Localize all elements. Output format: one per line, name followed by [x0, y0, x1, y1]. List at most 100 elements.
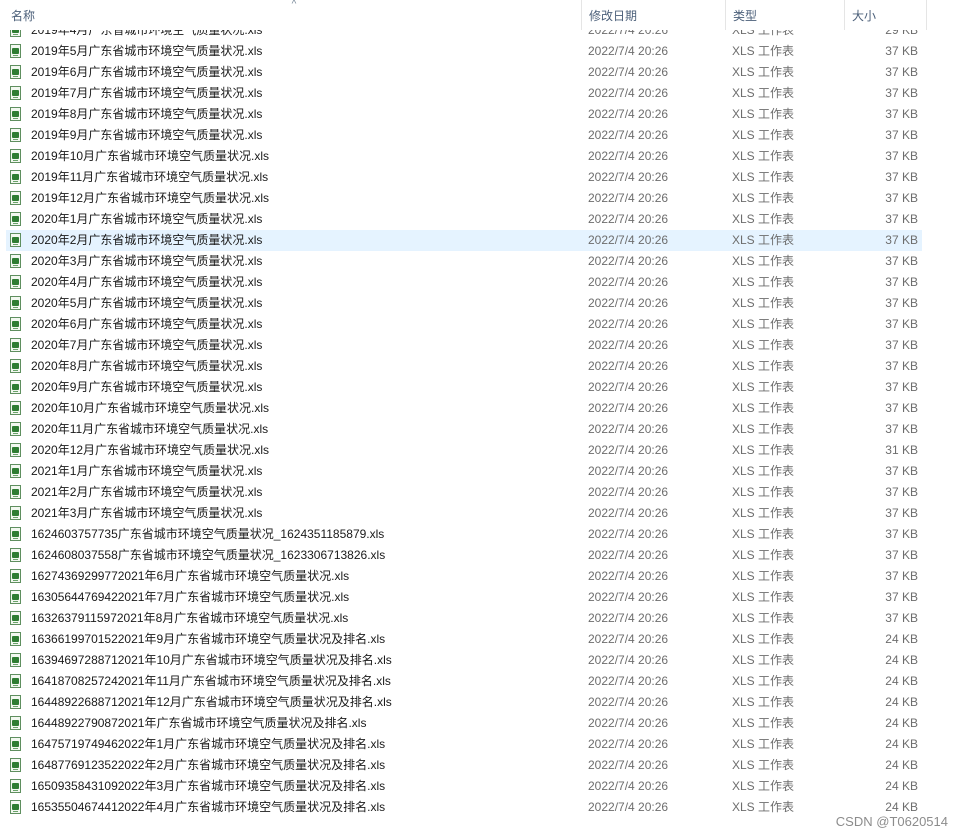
file-name: 2019年9月广东省城市环境空气质量状况.xls — [31, 128, 263, 142]
xls-file-icon — [10, 548, 21, 562]
xls-file-icon — [10, 800, 21, 814]
file-modified-date: 2022/7/4 20:26 — [588, 107, 669, 121]
file-row[interactable]: 16509358431092022年3月广东省城市环境空气质量状况及排名.xls… — [6, 776, 922, 797]
file-type: XLS 工作表 — [732, 611, 795, 625]
file-type: XLS 工作表 — [732, 44, 795, 58]
file-row[interactable]: 2019年12月广东省城市环境空气质量状况.xls 2022/7/4 20:26 X… — [6, 188, 922, 209]
file-row[interactable]: 2019年5月广东省城市环境空气质量状况.xls 2022/7/4 20:26 XL… — [6, 41, 922, 62]
file-type: XLS 工作表 — [732, 569, 795, 583]
file-modified-date: 2022/7/4 20:26 — [588, 632, 669, 646]
file-row[interactable]: 16366199701522021年9月广东省城市环境空气质量状况及排名.xls… — [6, 629, 922, 650]
xls-file-icon — [10, 296, 21, 310]
file-size: 37 KB — [885, 569, 918, 583]
file-row[interactable]: 2020年6月广东省城市环境空气质量状况.xls 2022/7/4 20:26 XL… — [6, 314, 922, 335]
xls-file-icon — [10, 401, 21, 415]
file-row[interactable]: 2019年7月广东省城市环境空气质量状况.xls 2022/7/4 20:26 XL… — [6, 83, 922, 104]
column-header-name-label: 名称 — [11, 9, 36, 23]
file-row[interactable]: 2019年6月广东省城市环境空气质量状况.xls 2022/7/4 20:26 XL… — [6, 62, 922, 83]
file-modified-date: 2022/7/4 20:26 — [588, 695, 669, 709]
file-modified-date: 2022/7/4 20:26 — [588, 485, 669, 499]
file-modified-date: 2022/7/4 20:26 — [588, 317, 669, 331]
file-size: 37 KB — [885, 590, 918, 604]
file-size: 37 KB — [885, 422, 918, 436]
file-modified-date: 2022/7/4 20:26 — [588, 170, 669, 184]
file-row[interactable]: 1624603757735广东省城市环境空气质量状况_1624351185879… — [6, 524, 922, 545]
file-row[interactable]: 2020年9月广东省城市环境空气质量状况.xls 2022/7/4 20:26 XL… — [6, 377, 922, 398]
file-row[interactable]: 1624608037558广东省城市环境空气质量状况_1623306713826… — [6, 545, 922, 566]
file-row[interactable]: 2020年10月广东省城市环境空气质量状况.xls 2022/7/4 20:26 X… — [6, 398, 922, 419]
xls-file-icon — [10, 128, 21, 142]
file-row[interactable]: 2019年11月广东省城市环境空气质量状况.xls 2022/7/4 20:26 X… — [6, 167, 922, 188]
file-row[interactable]: 2020年12月广东省城市环境空气质量状况.xls 2022/7/4 20:26 X… — [6, 440, 922, 461]
file-name: 2019年6月广东省城市环境空气质量状况.xls — [31, 65, 263, 79]
file-row[interactable]: 16274369299772021年6月广东省城市环境空气质量状况.xls 202… — [6, 566, 922, 587]
file-row[interactable]: 2020年4月广东省城市环境空气质量状况.xls 2022/7/4 20:26 XL… — [6, 272, 922, 293]
file-row[interactable]: 16448922688712021年12月广东省城市环境空气质量状况及排名.xl… — [6, 692, 922, 713]
file-size: 37 KB — [885, 296, 918, 310]
file-modified-date: 2022/7/4 20:26 — [588, 590, 669, 604]
file-row[interactable]: 16326379115972021年8月广东省城市环境空气质量状况.xls 202… — [6, 608, 922, 629]
file-modified-date: 2022/7/4 20:26 — [588, 401, 669, 415]
xls-file-icon — [10, 485, 21, 499]
column-header-date[interactable]: 修改日期 — [581, 0, 725, 30]
xls-file-icon — [10, 170, 21, 184]
file-size: 24 KB — [885, 758, 918, 772]
file-type: XLS 工作表 — [732, 86, 795, 100]
file-row[interactable]: 16394697288712021年10月广东省城市环境空气质量状况及排名.xl… — [6, 650, 922, 671]
file-row[interactable]: 16418708257242021年11月广东省城市环境空气质量状况及排名.xl… — [6, 671, 922, 692]
file-row[interactable]: 2020年8月广东省城市环境空气质量状况.xls 2022/7/4 20:26 XL… — [6, 356, 922, 377]
file-row[interactable]: 2021年1月广东省城市环境空气质量状况.xls 2022/7/4 20:26 XL… — [6, 461, 922, 482]
file-type: XLS 工作表 — [732, 485, 795, 499]
xls-file-icon — [10, 86, 21, 100]
xls-file-icon — [10, 359, 21, 373]
file-row[interactable]: 2020年2月广东省城市环境空气质量状况.xls 2022/7/4 20:26 XL… — [6, 230, 922, 251]
file-type: XLS 工作表 — [732, 716, 795, 730]
file-row[interactable]: 16535504674412022年4月广东省城市环境空气质量状况及排名.xls… — [6, 797, 922, 818]
file-type: XLS 工作表 — [732, 338, 795, 352]
xls-file-icon — [10, 758, 21, 772]
file-type: XLS 工作表 — [732, 170, 795, 184]
file-row[interactable]: 2020年11月广东省城市环境空气质量状况.xls 2022/7/4 20:26 X… — [6, 419, 922, 440]
file-size: 37 KB — [885, 212, 918, 226]
file-name: 16366199701522021年9月广东省城市环境空气质量状况及排名.xls — [31, 632, 386, 646]
xls-file-icon — [10, 191, 21, 205]
file-list[interactable]: 2019年4月广东省城市环境空气质量状况.xls 2022/7/4 20:26 XL… — [0, 0, 964, 835]
file-row[interactable]: 2021年2月广东省城市环境空气质量状况.xls 2022/7/4 20:26 XL… — [6, 482, 922, 503]
xls-file-icon — [10, 422, 21, 436]
file-modified-date: 2022/7/4 20:26 — [588, 275, 669, 289]
file-row[interactable]: 16475719749462022年1月广东省城市环境空气质量状况及排名.xls… — [6, 734, 922, 755]
file-name: 2021年3月广东省城市环境空气质量状况.xls — [31, 506, 263, 520]
file-name: 16326379115972021年8月广东省城市环境空气质量状况.xls — [31, 611, 349, 625]
file-modified-date: 2022/7/4 20:26 — [588, 296, 669, 310]
xls-file-icon — [10, 674, 21, 688]
file-type: XLS 工作表 — [732, 737, 795, 751]
file-size: 37 KB — [885, 65, 918, 79]
file-row[interactable]: 16487769123522022年2月广东省城市环境空气质量状况及排名.xls… — [6, 755, 922, 776]
file-name: 16535504674412022年4月广东省城市环境空气质量状况及排名.xls — [31, 800, 386, 814]
file-size: 37 KB — [885, 485, 918, 499]
file-modified-date: 2022/7/4 20:26 — [588, 548, 669, 562]
file-name: 2019年12月广东省城市环境空气质量状况.xls — [31, 191, 270, 205]
file-row[interactable]: 16448922790872021年广东省城市环境空气质量状况及排名.xls 20… — [6, 713, 922, 734]
file-size: 37 KB — [885, 317, 918, 331]
xls-file-icon — [10, 716, 21, 730]
file-type: XLS 工作表 — [732, 653, 795, 667]
file-name: 2020年7月广东省城市环境空气质量状况.xls — [31, 338, 263, 352]
file-row[interactable]: 2019年10月广东省城市环境空气质量状况.xls 2022/7/4 20:26 X… — [6, 146, 922, 167]
file-type: XLS 工作表 — [732, 191, 795, 205]
file-row[interactable]: 2020年5月广东省城市环境空气质量状况.xls 2022/7/4 20:26 XL… — [6, 293, 922, 314]
file-row[interactable]: 2019年8月广东省城市环境空气质量状况.xls 2022/7/4 20:26 XL… — [6, 104, 922, 125]
file-row[interactable]: 2019年9月广东省城市环境空气质量状况.xls 2022/7/4 20:26 XL… — [6, 125, 922, 146]
column-header-type[interactable]: 类型 — [725, 0, 844, 30]
file-row[interactable]: 16305644769422021年7月广东省城市环境空气质量状况.xls 202… — [6, 587, 922, 608]
column-header-size[interactable]: 大小 — [844, 0, 926, 30]
file-size: 37 KB — [885, 548, 918, 562]
file-row[interactable]: 2020年1月广东省城市环境空气质量状况.xls 2022/7/4 20:26 XL… — [6, 209, 922, 230]
file-row[interactable]: 2021年3月广东省城市环境空气质量状况.xls 2022/7/4 20:26 XL… — [6, 503, 922, 524]
file-row[interactable]: 2020年3月广东省城市环境空气质量状况.xls 2022/7/4 20:26 XL… — [6, 251, 922, 272]
file-row[interactable]: 2020年7月广东省城市环境空气质量状况.xls 2022/7/4 20:26 XL… — [6, 335, 922, 356]
file-name: 2020年3月广东省城市环境空气质量状况.xls — [31, 254, 263, 268]
xls-file-icon — [10, 737, 21, 751]
file-name: 1624603757735广东省城市环境空气质量状况_1624351185879… — [31, 527, 385, 541]
file-type: XLS 工作表 — [732, 548, 795, 562]
